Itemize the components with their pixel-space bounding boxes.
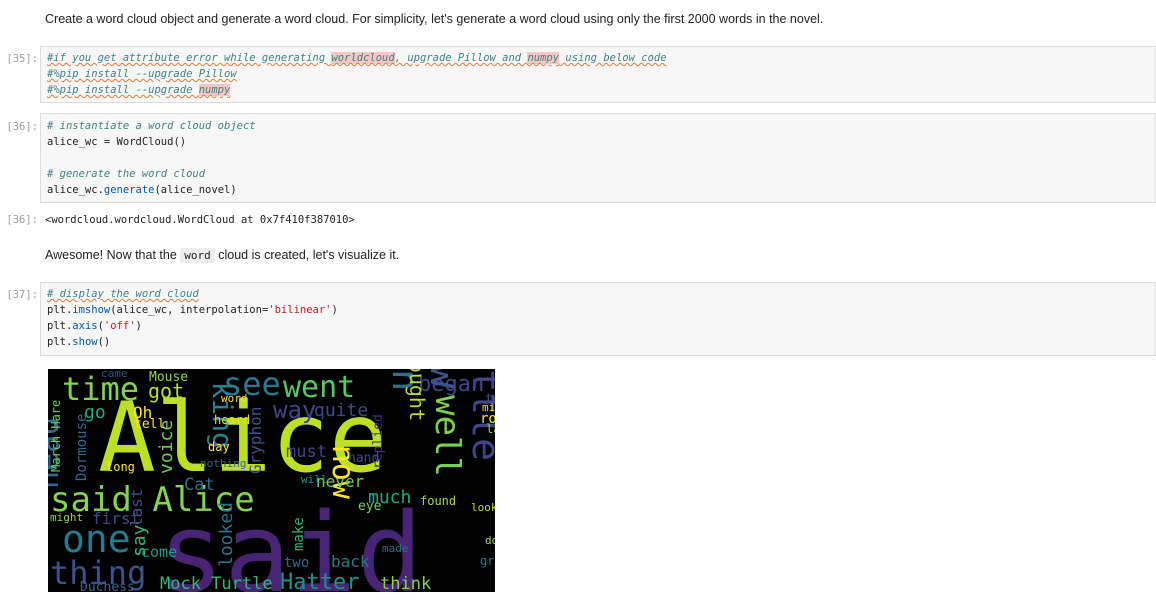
cell-37-prompt: [37]:: [6, 289, 38, 301]
word-cloud-word: quite: [314, 400, 368, 421]
cell-35-line-1: #if you get attribute error while genera…: [47, 52, 667, 64]
cell-35-prompt: [35]:: [6, 53, 38, 65]
inline-code-word: word: [180, 248, 215, 263]
markdown-intro: Create a word cloud object and generate …: [45, 12, 824, 26]
word-cloud-image: Alicesaidsaid Alicetimewentseebeganknowl…: [48, 369, 495, 592]
word-cloud-word: Hatter: [280, 570, 359, 592]
word-cloud-word: hand: [348, 451, 379, 466]
cell-37-line-1: # display the word cloud: [47, 288, 199, 300]
word-cloud-word: Cat: [184, 475, 215, 495]
word-cloud-word: found: [420, 494, 456, 508]
cell-35-line-2: #%pip install --upgrade Pillow: [47, 68, 237, 80]
word-cloud-word: two: [284, 555, 309, 571]
word-cloud-word: looked: [216, 502, 237, 567]
cell-36-line-5: alice_wc.generate(alice_novel): [47, 184, 237, 196]
word-cloud-word: door: [485, 534, 495, 547]
word-cloud-word: Mouse: [149, 370, 188, 385]
word-cloud-word: back: [331, 552, 370, 571]
word-cloud-word: might: [50, 511, 83, 524]
word-cloud-word: think: [380, 574, 431, 592]
code-cell-35[interactable]: #if you get attribute error while genera…: [40, 46, 1156, 103]
cell-36-line-4: # generate the word cloud: [47, 168, 206, 180]
word-cloud-word: make: [291, 517, 307, 551]
word-cloud-word: day: [208, 440, 230, 454]
word-cloud-word: must: [286, 442, 327, 462]
word-cloud-word: look: [471, 501, 495, 514]
word-cloud-word: great: [480, 554, 495, 568]
cell-35-line-3: #%pip install --upgrade numpy: [47, 84, 231, 96]
cell-36-line-1: # instantiate a word cloud object: [47, 120, 256, 132]
cell-37-line-2: plt.imshow(alice_wc, interpolation='bili…: [47, 304, 338, 316]
cell-37-line-4: plt.show(): [47, 336, 111, 348]
word-cloud-word: come: [141, 543, 177, 561]
word-cloud-word: well: [427, 395, 467, 477]
word-cloud-word: Duchess: [80, 580, 135, 592]
cell-36-line-2: alice_wc = WordCloud(): [47, 136, 187, 148]
word-cloud-word: thought: [405, 369, 429, 421]
word-cloud-word: heard: [214, 413, 250, 427]
output-36-text: <wordcloud.wordcloud.WordCloud at 0x7f41…: [45, 214, 355, 226]
word-cloud-word: last: [127, 488, 146, 527]
word-cloud-word: way: [273, 396, 316, 424]
cell-37-line-3: plt.axis('off'): [47, 320, 142, 332]
word-cloud-word: tell: [134, 417, 165, 432]
word-cloud-word: Mock Turtle: [160, 574, 273, 592]
word-cloud-word: March Hare: [49, 400, 63, 472]
word-cloud-word: made: [382, 542, 409, 555]
word-cloud-word: eye: [358, 499, 382, 514]
word-cloud-word: word: [221, 392, 248, 405]
cell-36-prompt: [36]:: [6, 121, 38, 133]
word-cloud-word: large: [486, 422, 495, 436]
word-cloud-word: Dormouse: [74, 414, 90, 481]
word-cloud-word: will: [301, 473, 328, 486]
markdown-visualize: Awesome! Now that the word cloud is crea…: [45, 248, 400, 263]
code-cell-37[interactable]: # display the word cloud plt.imshow(alic…: [40, 282, 1156, 356]
output-36-prompt: [36]:: [6, 214, 38, 226]
word-cloud-word: came: [101, 369, 128, 380]
code-cell-36[interactable]: # instantiate a word cloud object alice_…: [40, 113, 1156, 203]
word-cloud-word: nothing: [200, 457, 246, 470]
word-cloud-word: long: [106, 460, 135, 474]
word-cloud-word: tone: [485, 392, 495, 407]
